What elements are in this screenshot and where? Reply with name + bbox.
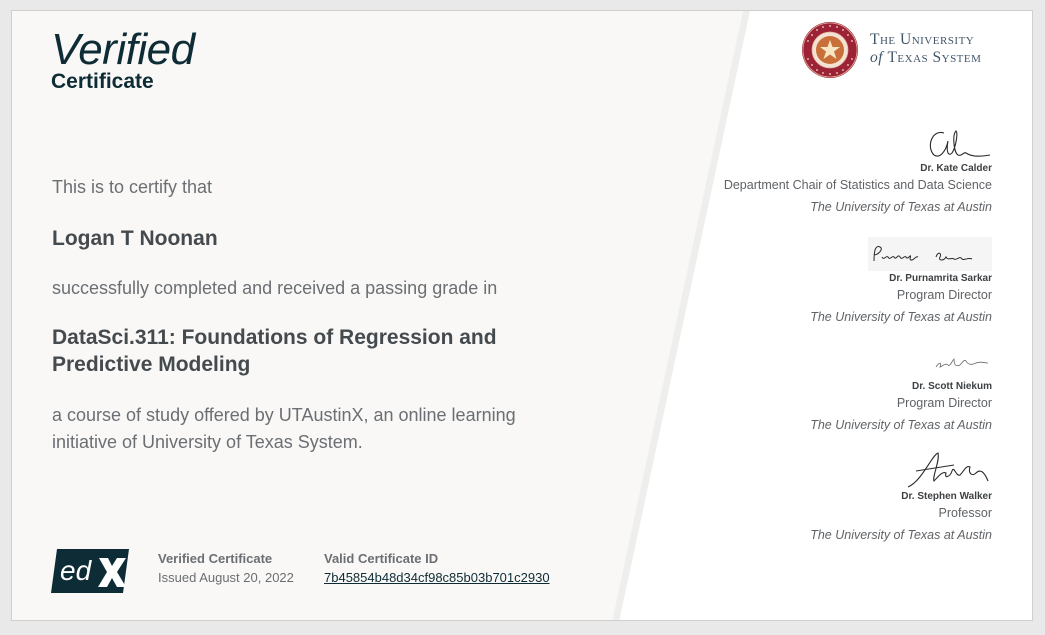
signatory-title: Program Director (896, 396, 992, 410)
institution-name-rest: Texas System (887, 49, 982, 66)
completion-text: successfully completed and received a pa… (52, 278, 498, 298)
signatory-institution: The University of Texas at Austin (810, 310, 992, 324)
institution-name: The University of Texas System (870, 31, 981, 67)
verified-title: Verified (51, 25, 195, 74)
offered-by-text: a course of study offered by UTAustinX, … (52, 405, 516, 452)
signatory-institution: The University of Texas at Austin (810, 200, 992, 214)
svg-text:ed: ed (60, 555, 93, 586)
signatory-title: Program Director (896, 288, 992, 302)
signatory-title: Professor (938, 506, 993, 520)
signatory-name: Dr. Kate Calder (920, 163, 992, 174)
institution-name-of: of (870, 49, 884, 66)
course-title: DataSci.311: Foundations of Regression a… (52, 326, 497, 376)
certify-intro: This is to certify that (52, 177, 213, 197)
signatory-block: Dr. Stephen Walker Professor The Univers… (810, 451, 992, 546)
signatory-block: Dr. Kate Calder Department Chair of Stat… (724, 127, 992, 218)
university-seal-icon (802, 22, 858, 78)
signatory-name: Dr. Purnamrita Sarkar (889, 273, 992, 284)
certificate-subtitle: Certificate (51, 70, 154, 93)
signature-image (868, 237, 992, 271)
signature-image (929, 130, 991, 157)
institution-name-line1: The University (870, 31, 975, 48)
certificate: Verified Certificate This is to certify … (11, 10, 1033, 621)
institution-name-line2: of Texas System (870, 49, 981, 67)
cert-id-link[interactable]: 7b45854b48d34cf98c85b03b701c2930 (324, 570, 550, 585)
learner-name: Logan T Noonan (52, 227, 218, 250)
cert-type-label: Verified Certificate (158, 551, 273, 566)
signatory-name: Dr. Scott Niekum (911, 381, 992, 392)
signatory-name: Dr. Stephen Walker (901, 491, 992, 502)
signature-image (907, 452, 989, 488)
cert-id-label: Valid Certificate ID (324, 551, 439, 566)
signature-image (935, 358, 989, 368)
signatory-institution: The University of Texas at Austin (810, 528, 992, 542)
issued-date: Issued August 20, 2022 (158, 570, 294, 585)
signatory-block: Dr. Scott Niekum Program Director The Un… (810, 345, 992, 436)
edx-logo: ed (51, 549, 129, 593)
signatory-title: Department Chair of Statistics and Data … (723, 178, 992, 192)
signatory-institution: The University of Texas at Austin (810, 418, 992, 432)
signatory-block: Dr. Purnamrita Sarkar Program Director T… (810, 237, 992, 328)
